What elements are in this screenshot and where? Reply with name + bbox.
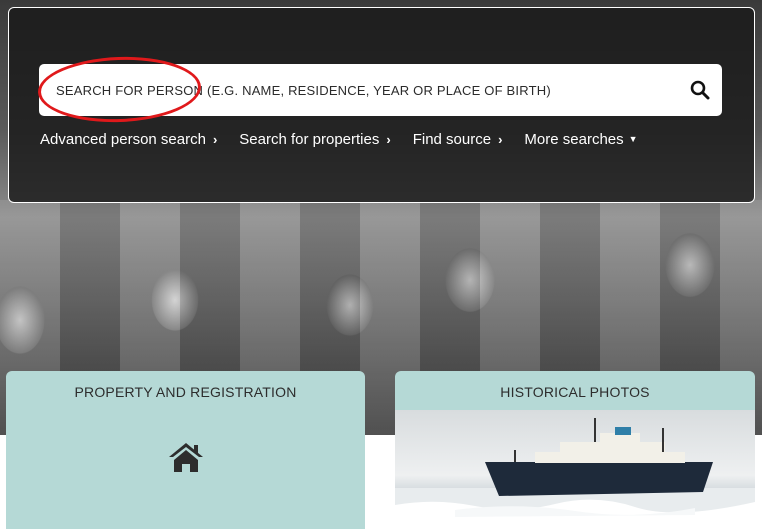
caret-down-icon: ▼ — [628, 134, 638, 144]
card-title: HISTORICAL PHOTOS — [500, 384, 650, 400]
ship-photo — [395, 410, 755, 529]
ship-illustration — [395, 418, 755, 529]
nav-label: Find source — [412, 130, 492, 148]
nav-search-for-properties[interactable]: Search for properties › — [239, 131, 390, 148]
search-icon — [690, 80, 710, 100]
card-title: PROPERTY AND REGISTRATION — [74, 384, 297, 400]
search-input[interactable] — [39, 64, 678, 116]
nav-find-source[interactable]: Find source › — [413, 131, 503, 148]
nav-label: Advanced person search — [40, 130, 206, 148]
chevron-right-icon: › — [498, 131, 503, 147]
card-historical-photos[interactable]: HISTORICAL PHOTOS — [395, 371, 755, 529]
search-panel: Advanced person search › Search for prop… — [8, 7, 755, 203]
nav-label: More searches — [524, 130, 624, 148]
search-button[interactable] — [678, 64, 722, 116]
home-icon — [169, 443, 203, 472]
nav-label: Search for properties — [239, 130, 380, 148]
card-property-and-registration[interactable]: PROPERTY AND REGISTRATION — [6, 371, 365, 529]
nav-advanced-person-search[interactable]: Advanced person search › — [40, 131, 217, 148]
search-box — [39, 64, 722, 116]
nav-more-searches[interactable]: More searches ▼ — [524, 131, 637, 148]
chevron-right-icon: › — [386, 131, 391, 147]
chevron-right-icon: › — [212, 131, 218, 147]
search-nav: Advanced person search › Search for prop… — [40, 128, 660, 150]
